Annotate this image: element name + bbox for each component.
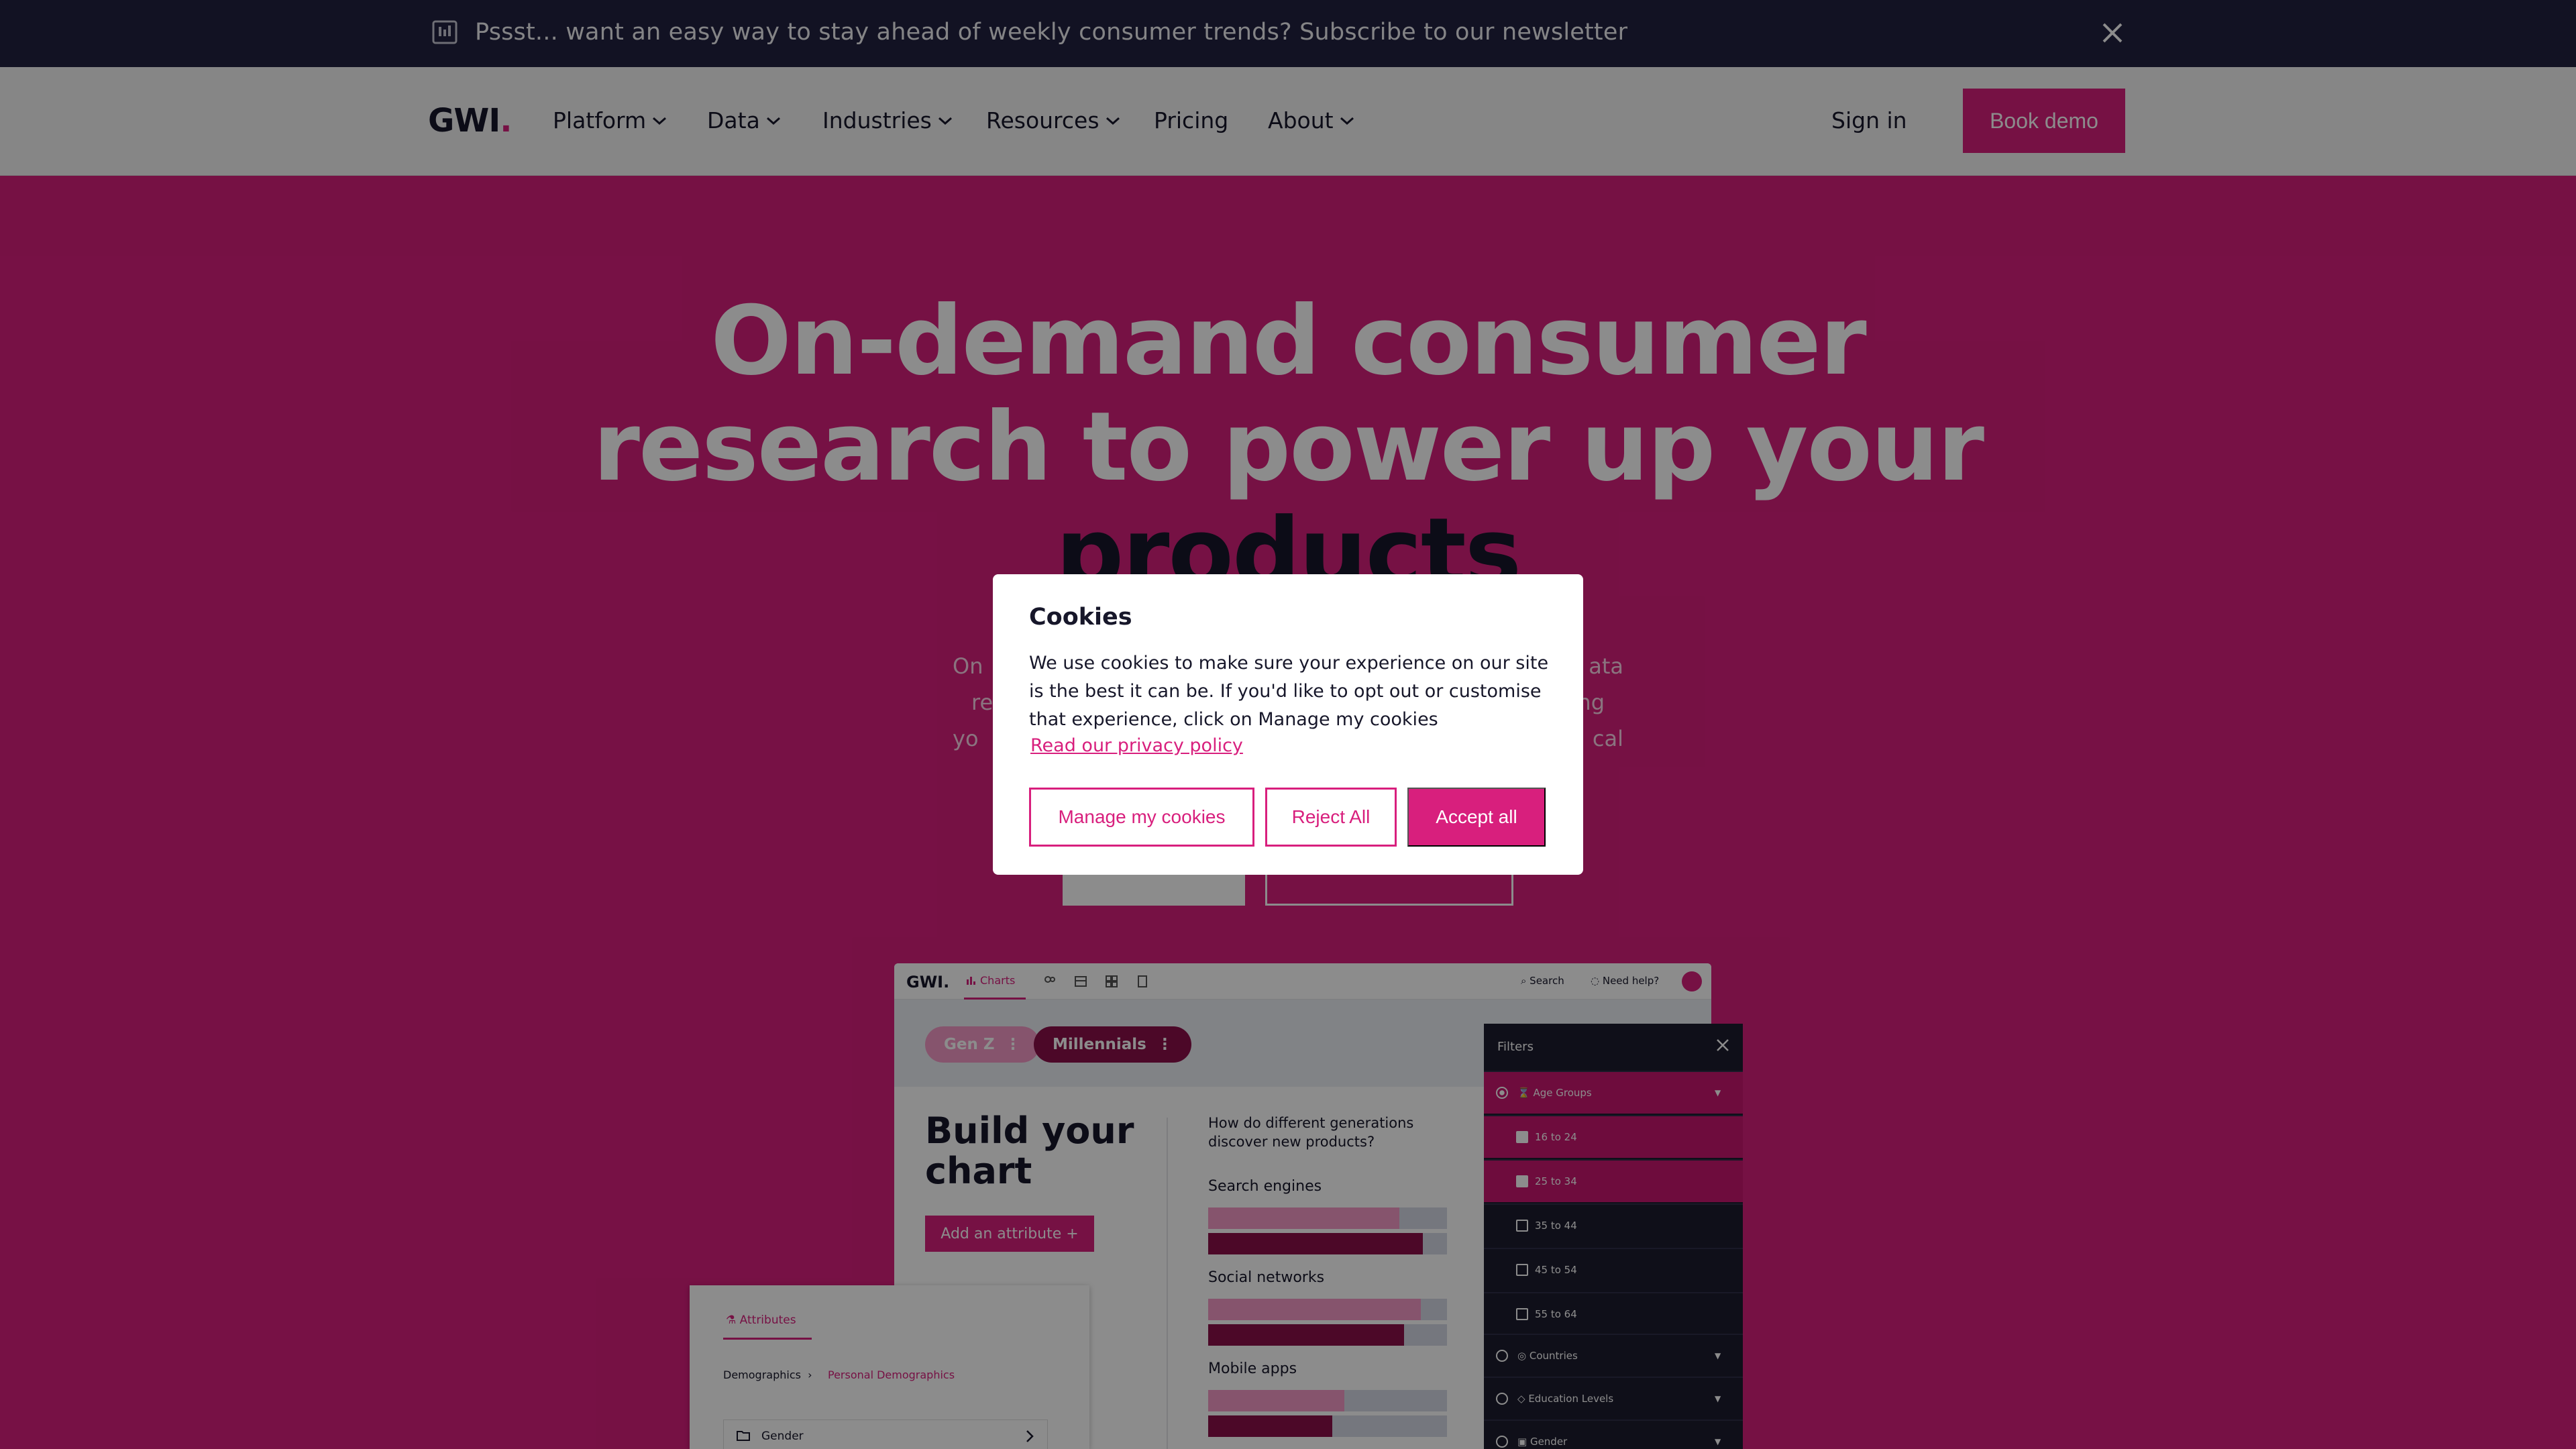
cookie-dialog-title: Cookies (1029, 604, 1132, 631)
cookie-dialog-body: We use cookies to make sure your experie… (1029, 653, 1549, 730)
manage-cookies-button[interactable]: Manage my cookies (1029, 788, 1254, 847)
reject-all-button[interactable]: Reject All (1265, 788, 1397, 847)
privacy-policy-link[interactable]: Read our privacy policy (1030, 735, 1243, 756)
cookie-dialog: Cookies We use cookies to make sure your… (993, 574, 1583, 875)
accept-all-button[interactable]: Accept all (1407, 788, 1546, 847)
